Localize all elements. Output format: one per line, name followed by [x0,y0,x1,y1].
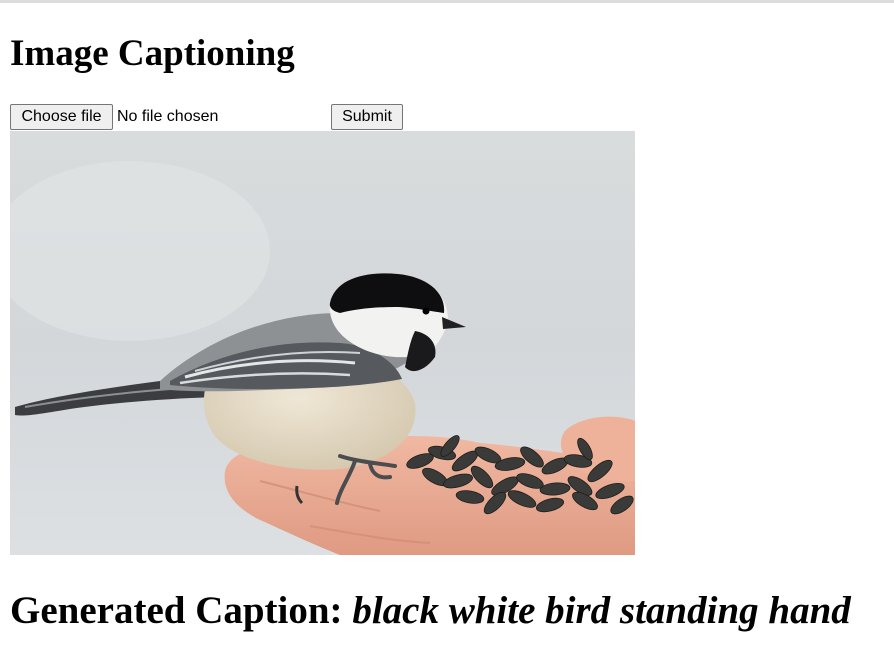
generated-caption-heading: Generated Caption: black white bird stan… [10,588,851,634]
submit-button[interactable]: Submit [331,104,403,130]
choose-file-button[interactable]: Choose file [10,104,113,130]
page-title: Image Captioning [10,33,295,74]
top-border [0,0,894,3]
caption-label: Generated Caption: [10,589,343,632]
uploaded-image [10,131,635,555]
caption-text: black white bird standing hand [352,589,851,632]
upload-form: Choose file No file chosen Submit [10,104,410,130]
file-status-text: No file chosen [117,108,219,125]
